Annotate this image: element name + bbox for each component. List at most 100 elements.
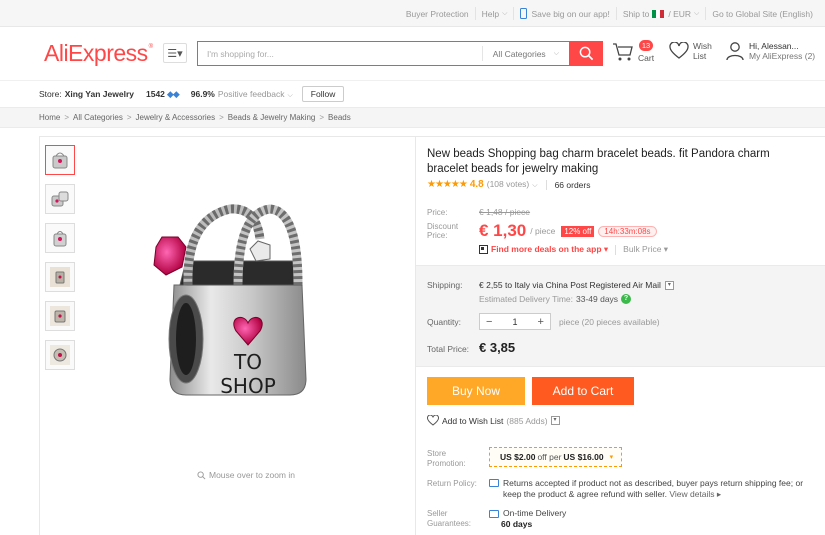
quantity-stepper: − 1 + — [479, 313, 551, 330]
votes-dropdown[interactable]: (108 votes) ⌵ — [487, 179, 538, 190]
wish-list-link[interactable]: Wish List — [669, 41, 712, 61]
bead-thumbnail-image — [52, 152, 68, 169]
chevron-down-icon: ▾ — [609, 454, 614, 461]
add-to-wishlist-link[interactable]: Add to Wish List (885 Adds) ▾ — [427, 415, 560, 426]
order-count: 66 orders — [554, 179, 591, 190]
qr-code-icon — [479, 245, 488, 254]
bead-thumbnail-image — [50, 267, 70, 287]
total-price: € 3,85 — [479, 340, 516, 355]
dropdown-arrow-icon: ▾ — [664, 280, 674, 290]
thumbnail[interactable] — [45, 340, 75, 370]
user-icon — [726, 42, 744, 61]
shipping-box: Shipping: € 2,55 to Italy via China Post… — [416, 265, 825, 367]
italy-flag-icon — [652, 9, 665, 18]
chevron-down-icon: ⌵ — [287, 91, 293, 99]
decrease-quantity-button[interactable]: − — [486, 316, 492, 328]
discount-price: € 1,30 / piece 12% off 14h:33m:08s — [479, 221, 657, 241]
chevron-down-icon: ⌵ — [694, 9, 700, 17]
thumbnail[interactable] — [45, 184, 75, 214]
cart-icon — [613, 43, 633, 61]
phone-icon — [520, 8, 528, 19]
add-to-cart-button[interactable]: Add to Cart — [532, 377, 634, 405]
site-header: AliExpress® ☰▾ All Categories⌵ 13 Cart W… — [0, 27, 825, 79]
search-icon — [579, 46, 593, 61]
breadcrumb-all-categories[interactable]: All Categories — [73, 113, 123, 122]
cart-count-badge: 13 — [639, 40, 653, 51]
app-deals-link[interactable]: Find more deals on the app ▾ — [491, 244, 608, 255]
bead-thumbnail-image — [50, 306, 70, 326]
heart-plus-icon — [427, 415, 439, 426]
breadcrumb-beads[interactable]: Beads — [328, 113, 351, 122]
breadcrumb: Home > All Categories > Jewelry & Accessor… — [0, 107, 825, 128]
ship-to-selector[interactable]: Ship to / EUR ⌵ — [615, 7, 705, 20]
original-price: € 1,48 / piece — [479, 207, 531, 217]
search-button[interactable] — [569, 41, 603, 66]
product-title: New beads Shopping bag charm bracelet be… — [427, 148, 770, 175]
positive-feedback-pct: 96.9% — [190, 89, 215, 99]
zoom-hint: Mouse over to zoom in — [197, 470, 295, 480]
store-bar: Store: Xing Yan Jewelry 1542 ◆◆ 96.9% Po… — [0, 80, 825, 107]
store-score: 1542 — [145, 89, 165, 99]
chevron-down-icon: ⌵ — [502, 9, 508, 17]
buyer-protection-link[interactable]: Buyer Protection — [400, 7, 475, 20]
bead-thumbnail-image — [53, 231, 67, 247]
discount-badge: 12% off — [561, 225, 595, 237]
return-policy: Returns accepted if product not as descr… — [489, 478, 819, 499]
follow-button[interactable]: Follow — [301, 86, 345, 102]
top-utility-bar: Buyer Protection Help ⌵ Save big on our a… — [0, 0, 825, 27]
menu-icon: ☰▾ — [167, 47, 183, 60]
product-info: New beads Shopping bag charm bracelet be… — [415, 137, 825, 535]
return-policy-icon — [489, 479, 499, 487]
breadcrumb-jewelry[interactable]: Jewelry & Accessories — [136, 113, 216, 122]
shipping-method[interactable]: € 2,55 to Italy via China Post Registere… — [479, 280, 674, 290]
product-rating: ★★★★★ 4.8 (108 votes) ⌵ 66 orders — [427, 179, 591, 190]
thumbnail[interactable] — [45, 262, 75, 292]
store-promotion-coupon[interactable]: US $2.00 off per US $16.00 ▾ — [489, 447, 623, 467]
trademark-icon: ® — [148, 44, 153, 50]
heart-icon — [669, 42, 689, 59]
increase-quantity-button[interactable]: + — [538, 316, 544, 328]
product-main: TO SHOP Mouse over to zoom in New beads … — [39, 136, 825, 535]
bulk-price-dropdown[interactable]: Bulk Price ▾ — [623, 244, 668, 255]
thumbnail[interactable] — [45, 301, 75, 331]
price-box: Price: € 1,48 / piece Discount Price: € 1… — [427, 207, 669, 255]
search-category-select[interactable]: All Categories ⌵ — [481, 46, 569, 61]
view-details-link[interactable]: View details ▸ — [669, 489, 721, 499]
delivery-estimate: Estimated Delivery Time: 33-49 days? — [479, 294, 632, 304]
chevron-down-icon: ⌵ — [553, 49, 559, 57]
thumbnail[interactable] — [45, 145, 75, 175]
thumbnail[interactable] — [45, 223, 75, 253]
diamond-rank-icon: ◆◆ — [166, 88, 180, 99]
cart-link[interactable]: 13 Cart — [612, 40, 654, 63]
app-promo-link[interactable]: Save big on our app! — [513, 7, 615, 20]
aliexpress-logo[interactable]: AliExpress® — [44, 40, 153, 67]
chevron-down-icon: ⌵ — [532, 182, 538, 189]
dropdown-arrow-icon: ▾ — [550, 416, 560, 425]
breadcrumb-home[interactable]: Home — [39, 113, 60, 122]
global-site-link[interactable]: Go to Global Site (English) — [705, 7, 819, 20]
utility-links: Buyer Protection Help ⌵ Save big on our a… — [400, 0, 819, 27]
search-bar: All Categories⌵ — [197, 41, 603, 66]
countdown-timer: 14h:33m:08s — [598, 225, 657, 237]
bead-thumbnail-image — [51, 191, 69, 207]
bead-text-to: TO — [233, 350, 262, 374]
seller-guarantee: On-time Delivery 60 days — [489, 508, 566, 530]
account-link[interactable]: Hi, Alessan... My AliExpress (2) — [725, 41, 815, 61]
bead-thumbnail-image — [50, 345, 70, 365]
store-name-link[interactable]: Xing Yan Jewelry — [65, 89, 134, 99]
quantity-availability: piece (20 pieces available) — [559, 317, 660, 327]
product-main-image[interactable]: TO SHOP — [152, 189, 312, 429]
magnifier-icon — [197, 470, 206, 479]
quantity-value[interactable]: 1 — [512, 317, 517, 327]
bead-text-shop: SHOP — [220, 374, 276, 398]
feedback-dropdown[interactable]: Positive feedback ⌵ — [218, 89, 293, 100]
on-time-delivery-icon — [489, 510, 499, 518]
thumbnail-list — [45, 145, 81, 379]
star-rating-icon: ★★★★★ — [427, 179, 468, 190]
buy-now-button[interactable]: Buy Now — [427, 377, 525, 405]
breadcrumb-beads-making[interactable]: Beads & Jewelry Making — [228, 113, 316, 122]
help-menu[interactable]: Help ⌵ — [474, 7, 514, 20]
search-input[interactable] — [198, 42, 482, 65]
category-menu-button[interactable]: ☰▾ — [163, 43, 187, 63]
help-icon[interactable]: ? — [621, 294, 632, 304]
